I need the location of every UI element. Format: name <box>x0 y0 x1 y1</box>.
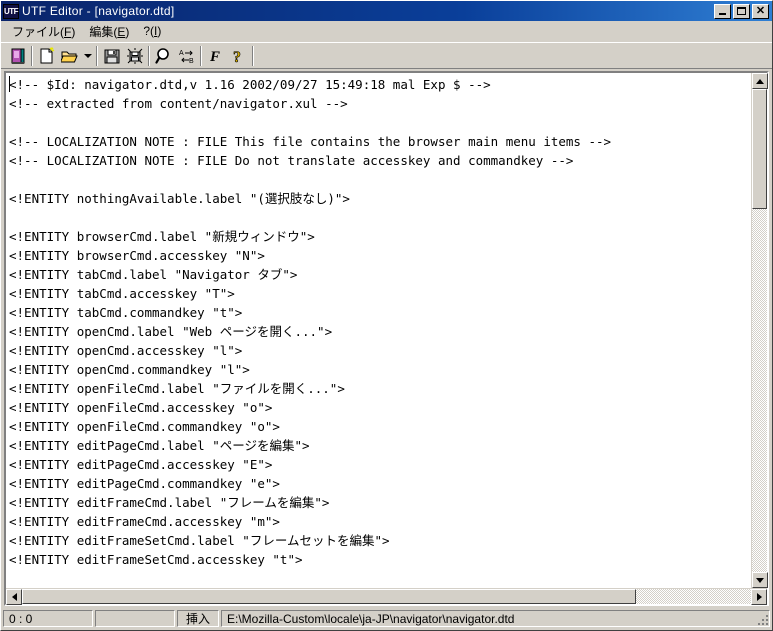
vertical-scroll-track[interactable] <box>752 89 767 572</box>
code-line: <!ENTITY editFrameCmd.label "フレームを編集"> <box>9 495 330 510</box>
save-as-icon <box>126 47 143 64</box>
minimize-button[interactable] <box>714 3 731 19</box>
code-line: <!ENTITY tabCmd.accesskey "T"> <box>9 286 235 301</box>
menu-item-help[interactable]: ?(I) <box>136 22 168 40</box>
vertical-scroll-thumb[interactable] <box>752 89 767 209</box>
window-controls: ✕ <box>714 3 770 19</box>
maximize-icon <box>737 7 746 15</box>
status-cursor-position: 0 : 0 <box>3 610 93 627</box>
replace-icon: A B <box>179 50 194 65</box>
toolbar: A B F ? <box>1 42 772 68</box>
menu-item-file[interactable]: ファイル(F) <box>5 21 82 42</box>
title-bar[interactable]: UTF UTF Editor - [navigator.dtd] ✕ <box>1 1 772 21</box>
minimize-icon <box>719 13 726 15</box>
new-file-button[interactable] <box>35 44 58 67</box>
status-insert-mode: 挿入 <box>177 610 219 627</box>
code-line: <!ENTITY nothingAvailable.label "(選択肢なし)… <box>9 191 350 206</box>
search-icon <box>154 47 169 64</box>
help-button[interactable]: ? <box>227 44 250 67</box>
horizontal-scrollbar[interactable] <box>6 588 767 605</box>
menu-item-edit[interactable]: 編集(E) <box>82 21 136 42</box>
editor-row: <!-- $Id: navigator.dtd,v 1.16 2002/09/2… <box>6 73 768 588</box>
code-line: <!ENTITY openCmd.label "Web ページを開く..."> <box>9 324 333 339</box>
code-line: <!ENTITY openFileCmd.accesskey "o"> <box>9 400 273 415</box>
close-icon: ✕ <box>755 4 766 17</box>
text-caret <box>9 76 10 92</box>
code-line: <!ENTITY editPageCmd.accesskey "E"> <box>9 457 273 472</box>
code-line: <!ENTITY editFrameSetCmd.label "フレームセットを… <box>9 533 390 548</box>
horizontal-scroll-thumb[interactable] <box>22 589 636 604</box>
status-file-path-text: E:\Mozilla-Custom\locale\ja-JP\navigator… <box>227 611 515 626</box>
save-as-button[interactable] <box>123 44 146 67</box>
svg-text:F: F <box>209 49 220 65</box>
window-title: UTF Editor - [navigator.dtd] <box>22 4 175 18</box>
client-area: <!-- $Id: navigator.dtd,v 1.16 2002/09/2… <box>1 68 772 608</box>
menu-edit-label-post: ) <box>125 24 130 39</box>
svg-text:A: A <box>179 50 184 57</box>
code-line: <!ENTITY editFrameCmd.accesskey "m"> <box>9 514 280 529</box>
scroll-down-button[interactable] <box>752 572 768 588</box>
app-window: UTF UTF Editor - [navigator.dtd] ✕ ファイル(… <box>0 0 773 631</box>
resize-grip-icon[interactable] <box>756 613 768 625</box>
exit-button[interactable] <box>6 44 29 67</box>
code-line: <!ENTITY openFileCmd.label "ファイルを開く..."> <box>9 381 345 396</box>
code-line: <!ENTITY openCmd.commandkey "l"> <box>9 362 250 377</box>
code-line: <!-- LOCALIZATION NOTE : FILE Do not tra… <box>9 153 574 168</box>
app-icon[interactable]: UTF <box>3 3 19 19</box>
scroll-right-button[interactable] <box>751 589 767 605</box>
toolbar-separator-1 <box>31 45 33 66</box>
code-line: <!ENTITY browserCmd.label "新規ウィンドウ"> <box>9 229 315 244</box>
code-line: <!-- $Id: navigator.dtd,v 1.16 2002/09/2… <box>9 77 491 92</box>
text-editor[interactable]: <!-- $Id: navigator.dtd,v 1.16 2002/09/2… <box>6 73 751 588</box>
code-line: <!ENTITY openCmd.accesskey "l"> <box>9 343 243 358</box>
exit-icon <box>11 48 24 64</box>
code-line: <!ENTITY tabCmd.label "Navigator タブ"> <box>9 267 298 282</box>
close-button[interactable]: ✕ <box>752 3 769 19</box>
code-line: <!ENTITY editFrameSetCmd.accesskey "t"> <box>9 552 303 567</box>
vertical-scrollbar[interactable] <box>751 73 768 588</box>
menu-bar: ファイル(F) 編集(E) ?(I) <box>1 21 772 42</box>
code-line: <!ENTITY tabCmd.commandkey "t"> <box>9 305 243 320</box>
code-line: <!ENTITY openFileCmd.commandkey "o"> <box>9 419 280 434</box>
help-icon: ? <box>232 48 241 65</box>
replace-button[interactable]: A B <box>175 44 198 67</box>
status-bar: 0 : 0 挿入 E:\Mozilla-Custom\locale\ja-JP\… <box>1 608 772 630</box>
menu-help-label-post: ) <box>157 24 162 38</box>
editor-frame: <!-- $Id: navigator.dtd,v 1.16 2002/09/2… <box>4 71 769 606</box>
font-icon: F <box>209 49 220 65</box>
menu-edit-label-pre: 編集( <box>89 24 118 39</box>
toolbar-separator-5 <box>252 45 254 66</box>
code-line: <!ENTITY browserCmd.accesskey "N"> <box>9 248 265 263</box>
save-button[interactable] <box>100 44 123 67</box>
maximize-button[interactable] <box>733 3 750 19</box>
horizontal-scroll-track[interactable] <box>22 589 751 604</box>
svg-text:?: ? <box>233 49 241 65</box>
code-line: <!-- extracted from content/navigator.xu… <box>9 96 348 111</box>
open-recent-dropdown-button[interactable] <box>81 45 94 67</box>
scroll-up-button[interactable] <box>752 73 768 89</box>
save-icon <box>104 49 119 63</box>
toolbar-separator-2 <box>96 45 98 66</box>
code-line: <!-- LOCALIZATION NOTE : FILE This file … <box>9 134 612 149</box>
open-file-icon <box>60 51 78 62</box>
open-file-button[interactable] <box>58 44 81 67</box>
menu-file-label-post: ) <box>71 24 76 39</box>
menu-help-label-pre: ?( <box>143 24 155 38</box>
toolbar-separator-3 <box>148 45 150 66</box>
status-file-path: E:\Mozilla-Custom\locale\ja-JP\navigator… <box>221 610 770 627</box>
scroll-left-button[interactable] <box>6 589 22 605</box>
search-button[interactable] <box>152 44 175 67</box>
svg-text:B: B <box>189 58 194 65</box>
menu-file-label-pre: ファイル( <box>12 24 64 39</box>
toolbar-separator-4 <box>200 45 202 66</box>
code-line: <!ENTITY editPageCmd.label "ページを編集"> <box>9 438 310 453</box>
code-line: <!ENTITY editPageCmd.commandkey "e"> <box>9 476 280 491</box>
status-spare <box>95 610 175 627</box>
new-file-icon <box>40 46 54 63</box>
font-button[interactable]: F <box>204 44 227 67</box>
